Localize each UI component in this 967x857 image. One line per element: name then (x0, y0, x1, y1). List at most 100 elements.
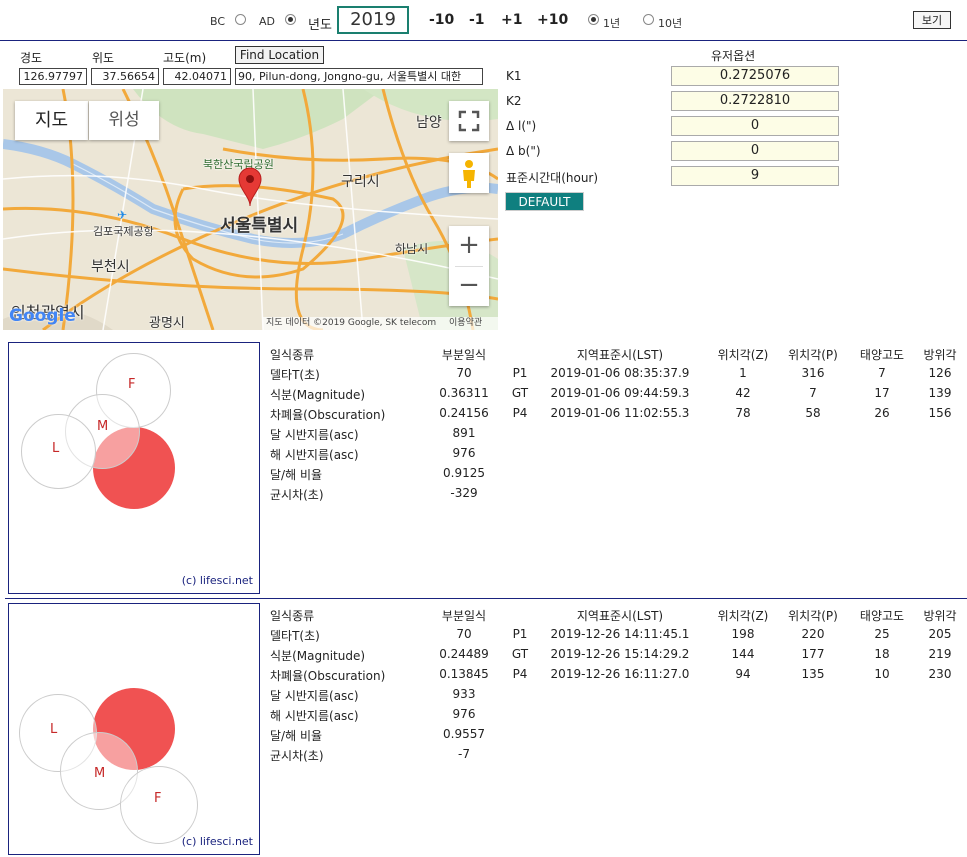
altitude-input[interactable]: 42.04071 (163, 68, 231, 85)
altitude-label: 고도(m) (163, 51, 207, 65)
contact-name: P4 (512, 406, 528, 420)
row-value: 0.36311 (439, 386, 489, 400)
row-value: 891 (452, 426, 476, 440)
map-label-seoul: 서울특별시 (220, 216, 299, 236)
contact-lst: 2019-12-26 14:11:45.1 (550, 627, 690, 641)
k2-input[interactable]: 0.2722810 (671, 91, 839, 111)
delta-b-input[interactable]: 0 (671, 141, 839, 161)
minus-10-button[interactable]: -10 (429, 12, 454, 28)
view-button[interactable]: 보기 (913, 11, 951, 29)
row-label: 달 시반지름(asc) (270, 428, 359, 442)
contact-name: P1 (512, 366, 528, 380)
address-input[interactable]: 90, Pilun-dong, Jongno-gu, 서울특별시 대한 (235, 68, 483, 85)
attribution-text: 지도 데이터 ©2019 Google, SK telecom (266, 318, 437, 328)
range-10-radio[interactable] (643, 14, 654, 25)
contact-az: 126 (928, 366, 952, 380)
delta-b-label: Δ b(") (506, 144, 541, 158)
map-label-bucheon: 부천시 (91, 259, 130, 275)
minus-1-button[interactable]: -1 (469, 12, 485, 28)
timezone-input[interactable]: 9 (671, 166, 839, 186)
azimuth-header: 방위각 (923, 609, 957, 623)
map-tab[interactable]: 지도 (15, 101, 88, 140)
plus-1-button[interactable]: +1 (501, 12, 522, 28)
circle-label-l: L (52, 441, 60, 456)
range-1-radio[interactable] (588, 14, 599, 25)
row-value: 0.24156 (439, 406, 489, 420)
row-value: 0.13845 (439, 667, 489, 681)
plus-10-button[interactable]: +10 (537, 12, 568, 28)
zoom-out-button[interactable]: − (449, 267, 489, 306)
lst-header: 지역표준시(LST) (576, 348, 664, 362)
contact-lst: 2019-12-26 16:11:27.0 (550, 667, 690, 681)
contact-alt: 18 (874, 647, 890, 661)
ad-radio[interactable] (285, 14, 296, 25)
map-label-hanam: 하남시 (395, 242, 429, 256)
contact-z: 1 (739, 366, 747, 380)
row-label: 달 시반지름(asc) (270, 689, 359, 703)
year-input[interactable]: 2019 (337, 6, 409, 34)
lst-header: 지역표준시(LST) (576, 609, 664, 623)
contact-name: GT (511, 386, 529, 400)
pegman-icon (463, 160, 475, 188)
altitude-header: 태양고도 (859, 348, 905, 362)
longitude-label: 경도 (20, 51, 43, 65)
circle-label-m: M (94, 766, 106, 781)
contact-az: 219 (928, 647, 952, 661)
z-header: 위치각(Z) (717, 348, 769, 362)
map-label-gimpo: 김포국제공항 (93, 225, 154, 238)
contact-z: 78 (735, 406, 751, 420)
terms-link[interactable]: 이용약관 (449, 318, 482, 328)
year-label: 년도 (308, 18, 332, 33)
bc-radio[interactable] (235, 14, 246, 25)
contact-p: 316 (801, 366, 825, 380)
row-label: 달/해 비율 (270, 729, 323, 743)
circle-label-f: F (154, 791, 162, 806)
contact-p: 58 (805, 406, 821, 420)
azimuth-header: 방위각 (923, 348, 957, 362)
row-value: -7 (458, 747, 470, 761)
row-label: 달/해 비율 (270, 468, 323, 482)
circle-label-f: F (128, 377, 136, 392)
eclipse-diagram-2: L M F (c) lifesci.net (8, 603, 260, 855)
contact-az: 139 (928, 386, 952, 400)
contact-name: P1 (512, 627, 528, 641)
row-value: 0.9557 (443, 727, 485, 741)
delta-l-input[interactable]: 0 (671, 116, 839, 136)
row-value: 0.24489 (439, 647, 489, 661)
map-label-guri: 구리시 (341, 174, 380, 190)
contact-az: 156 (928, 406, 952, 420)
circle-label-l: L (50, 722, 58, 737)
satellite-tab[interactable]: 위성 (89, 101, 159, 140)
zoom-in-button[interactable]: + (449, 226, 489, 266)
contact-alt: 26 (874, 406, 890, 420)
map-view[interactable]: 지도 위성 + − 남양 북한산국립공원 구리시 서울특별시 김포국제공항 ✈ … (3, 89, 498, 330)
contact-az: 205 (928, 627, 952, 641)
default-button[interactable]: DEFAULT (505, 192, 584, 211)
row-value: 70 (456, 366, 472, 380)
location-pin-icon (238, 167, 262, 207)
type-value: 부분일식 (441, 348, 487, 362)
row-value: 933 (452, 687, 476, 701)
user-options-title: 유저옵션 (711, 49, 756, 63)
street-view-button[interactable] (449, 153, 489, 193)
altitude-header: 태양고도 (859, 609, 905, 623)
find-location-button[interactable]: Find Location (235, 46, 324, 64)
contact-z: 42 (735, 386, 751, 400)
map-attribution: 지도 데이터 ©2019 Google, SK telecom 이용약관 (263, 317, 498, 330)
timezone-label: 표준시간대(hour) (506, 171, 599, 185)
row-label: 해 시반지름(asc) (270, 709, 359, 723)
contact-z: 94 (735, 667, 751, 681)
airport-icon: ✈ (117, 208, 128, 222)
delta-l-label: Δ l(") (506, 119, 537, 133)
contact-p: 177 (801, 647, 825, 661)
fullscreen-button[interactable] (449, 101, 489, 141)
p-header: 위치각(P) (788, 609, 838, 623)
contact-lst: 2019-01-06 11:02:55.3 (550, 406, 690, 420)
z-header: 위치각(Z) (717, 609, 769, 623)
k1-input[interactable]: 0.2725076 (671, 66, 839, 86)
longitude-input[interactable]: 126.97797 (19, 68, 87, 85)
latitude-input[interactable]: 37.56654 (91, 68, 159, 85)
fullscreen-icon (458, 110, 480, 132)
copyright: (c) lifesci.net (181, 835, 253, 848)
k2-label: K2 (506, 94, 522, 108)
